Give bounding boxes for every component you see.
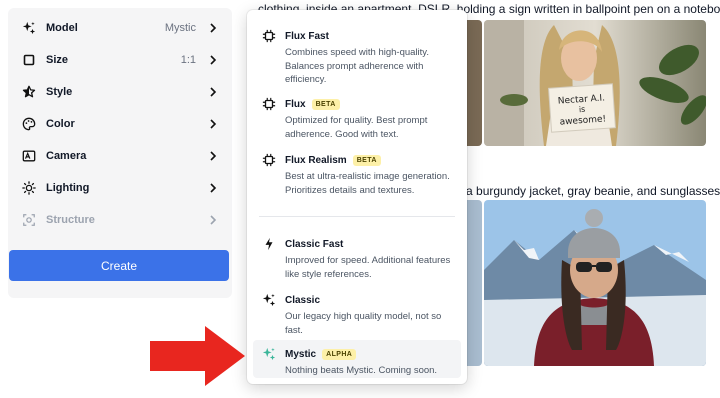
option-description: Best at ultra-realistic image generation… xyxy=(285,171,450,196)
chevron-right-icon xyxy=(208,151,218,161)
option-description: Nothing beats Mystic. Coming soon. xyxy=(285,365,438,376)
model-option-flux-fast[interactable]: Flux Fast Combines speed with high-quali… xyxy=(253,22,461,93)
sparkles-icon xyxy=(261,292,277,308)
option-description: Improved for speed. Additional features … xyxy=(285,255,451,280)
setting-label: Lighting xyxy=(46,182,90,194)
setting-lighting[interactable]: Lighting xyxy=(8,172,232,204)
beta-badge: BETA xyxy=(352,154,381,166)
sparkles-green-icon xyxy=(261,346,277,362)
sign-text: is xyxy=(579,105,586,114)
chip-icon xyxy=(261,152,277,168)
chevron-right-icon xyxy=(208,23,218,33)
chevron-right-icon xyxy=(208,119,218,129)
palette-icon xyxy=(20,115,38,133)
setting-value: 1:1 xyxy=(180,54,196,66)
lightning-icon xyxy=(261,236,277,252)
setting-color[interactable]: Color xyxy=(8,108,232,140)
create-button[interactable]: Create xyxy=(9,250,229,281)
setting-size[interactable]: Size 1:1 xyxy=(8,44,232,76)
camera-frame-icon xyxy=(20,147,38,165)
beta-badge: BETA xyxy=(311,98,340,110)
star-icon xyxy=(20,83,38,101)
sparkles-icon xyxy=(20,19,38,37)
setting-style[interactable]: Style xyxy=(8,76,232,108)
model-option-flux-realism[interactable]: Flux Realism BETA Best at ultra-realisti… xyxy=(253,146,461,203)
sun-icon xyxy=(20,179,38,197)
model-option-classic[interactable]: Classic Our legacy high quality model, n… xyxy=(253,286,461,343)
model-option-classic-fast[interactable]: Classic Fast Improved for speed. Additio… xyxy=(253,230,461,287)
red-arrow-icon xyxy=(150,326,245,386)
model-option-flux[interactable]: Flux BETA Optimized for quality. Best pr… xyxy=(253,90,461,147)
generated-image[interactable] xyxy=(484,200,706,366)
setting-label: Structure xyxy=(46,214,95,226)
chip-icon xyxy=(261,28,277,44)
setting-value: Mystic xyxy=(164,22,196,34)
structure-icon xyxy=(20,211,38,229)
chip-icon xyxy=(261,96,277,112)
option-title: Flux xyxy=(285,98,306,110)
chevron-right-icon xyxy=(208,87,218,97)
option-title: Classic Fast xyxy=(285,238,344,250)
prompt-text: g a burgundy jacket, gray beanie, and su… xyxy=(456,184,720,198)
option-description: Our legacy high quality model, not so fa… xyxy=(285,311,442,336)
chevron-right-icon xyxy=(208,215,218,225)
setting-model[interactable]: Model Mystic xyxy=(8,12,232,44)
chevron-right-icon xyxy=(208,183,218,193)
option-description: Optimized for quality. Best prompt adher… xyxy=(285,115,428,140)
setting-label: Model xyxy=(46,22,78,34)
chevron-right-icon xyxy=(208,55,218,65)
setting-label: Camera xyxy=(46,150,87,162)
setting-camera[interactable]: Camera xyxy=(8,140,232,172)
square-icon xyxy=(20,51,38,69)
generated-image[interactable]: Nectar A.I. is awesome! xyxy=(484,20,706,146)
divider xyxy=(259,216,455,217)
setting-structure[interactable]: Structure xyxy=(8,204,232,236)
option-title: Flux Realism xyxy=(285,154,347,166)
option-title: Flux Fast xyxy=(285,30,329,42)
setting-label: Style xyxy=(46,86,73,98)
alpha-badge: ALPHA xyxy=(322,348,357,360)
option-title: Mystic xyxy=(285,348,317,360)
option-description: Combines speed with high-quality. Balanc… xyxy=(285,47,429,85)
setting-label: Color xyxy=(46,118,75,130)
model-dropdown: Flux Fast Combines speed with high-quali… xyxy=(247,10,467,384)
model-option-mystic[interactable]: Mystic ALPHA Nothing beats Mystic. Comin… xyxy=(253,340,461,378)
setting-label: Size xyxy=(46,54,69,66)
option-title: Classic xyxy=(285,294,321,306)
